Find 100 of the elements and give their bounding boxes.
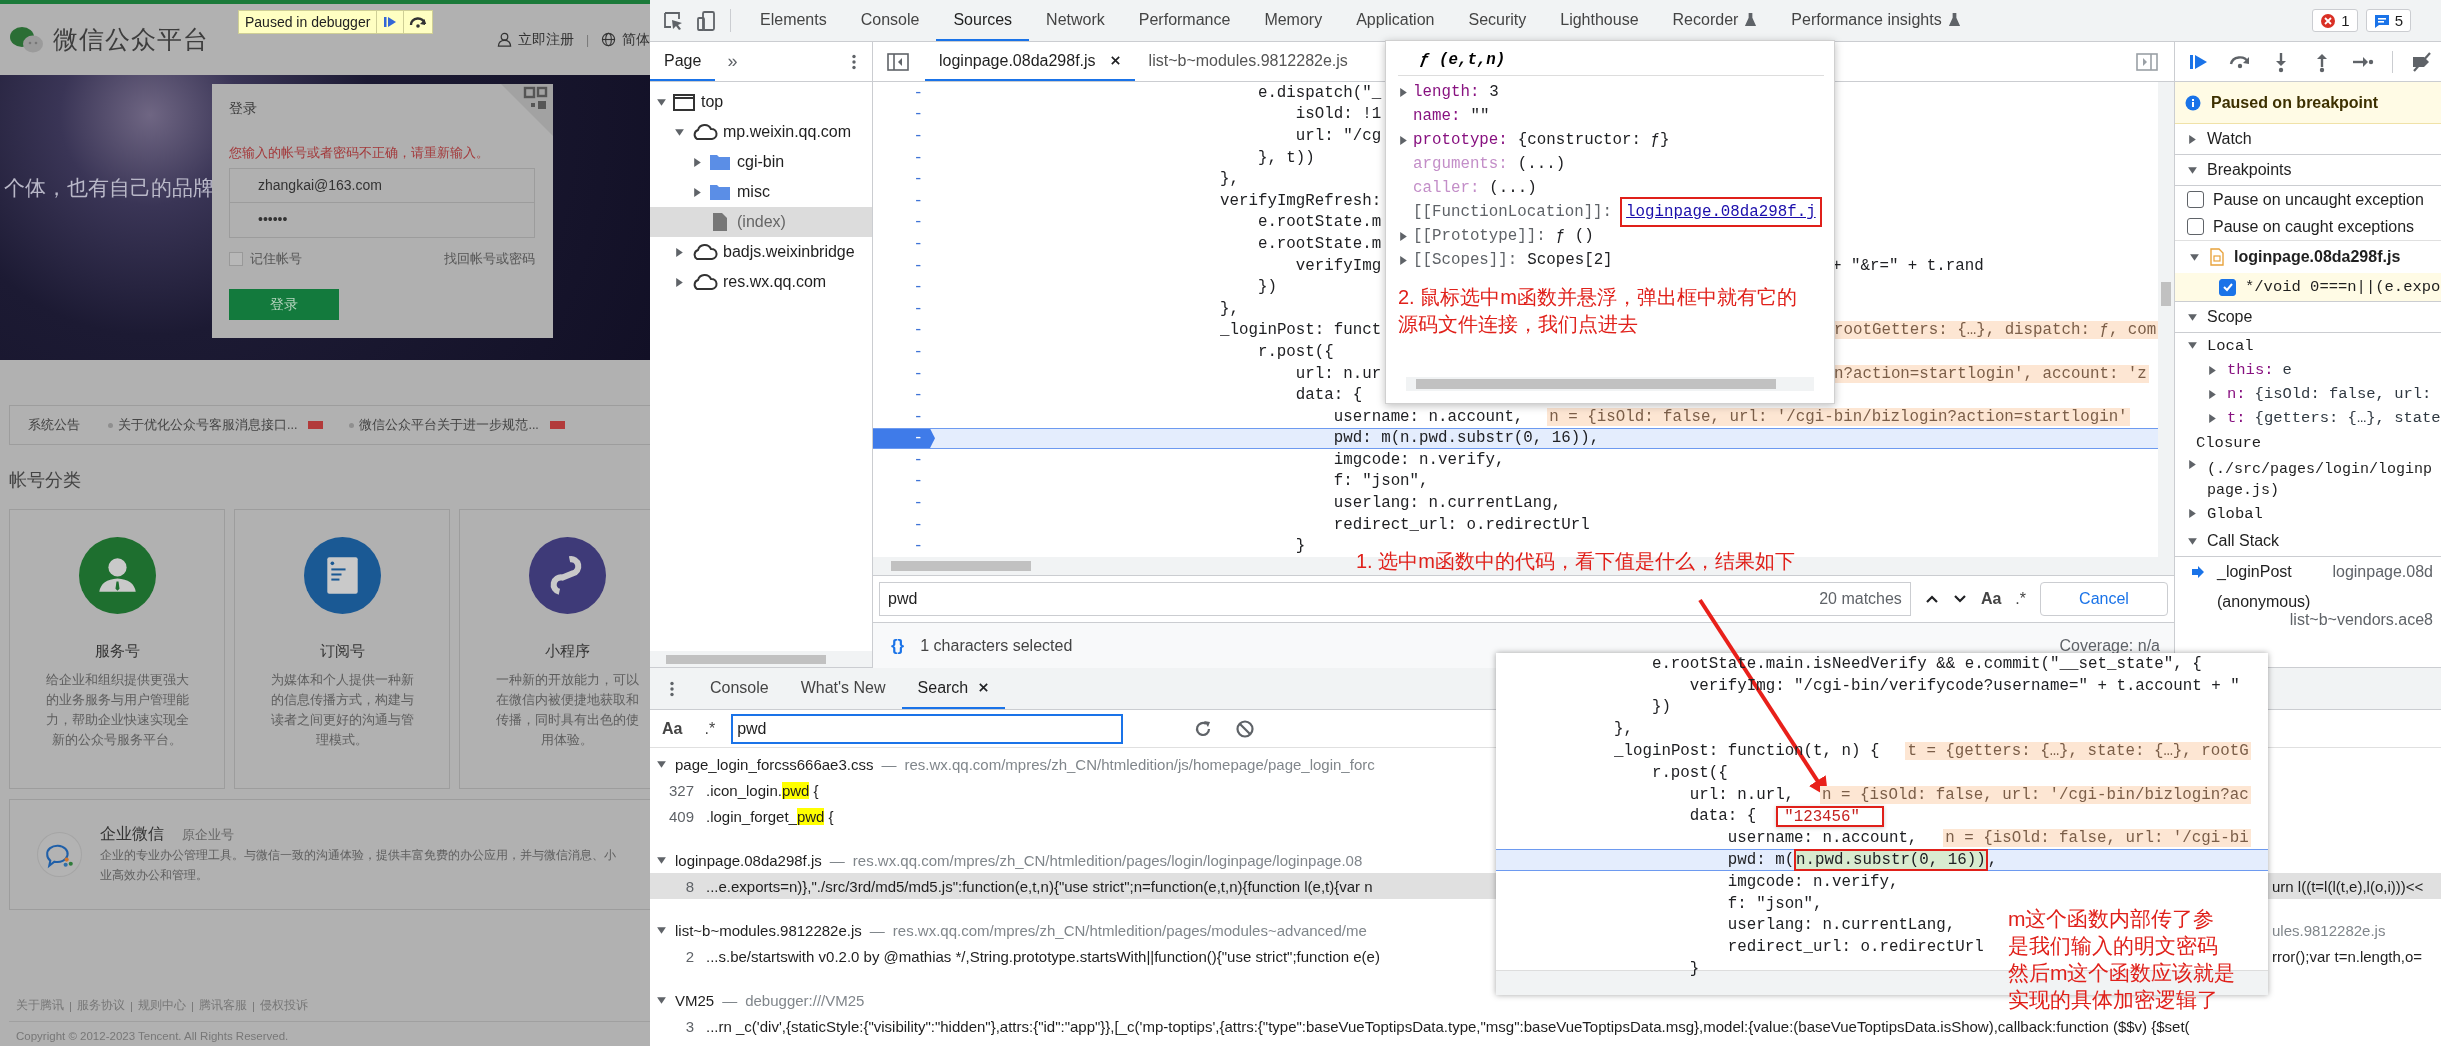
pretty-print-button[interactable]: {} bbox=[891, 635, 905, 656]
clear-icon[interactable] bbox=[1235, 718, 1256, 739]
drawer-tab[interactable]: Console bbox=[694, 668, 785, 709]
line-marker[interactable]: - bbox=[873, 104, 935, 125]
checkbox[interactable] bbox=[2187, 218, 2204, 235]
expand-arrow-icon[interactable] bbox=[656, 924, 667, 936]
inspect-icon[interactable] bbox=[662, 9, 684, 32]
line-marker[interactable]: - bbox=[873, 514, 935, 535]
file-tab[interactable]: loginpage.08da298f.js bbox=[925, 42, 1135, 81]
navigator-tab[interactable]: Page bbox=[650, 42, 716, 81]
panel-tab[interactable]: Application bbox=[1339, 0, 1452, 41]
result-file[interactable]: page_login_forcss666ae3.css bbox=[675, 755, 874, 773]
line-marker[interactable]: - bbox=[873, 363, 935, 384]
panel-tab[interactable]: Sources bbox=[936, 0, 1030, 41]
section-header[interactable]: Breakpoints bbox=[2207, 161, 2292, 179]
frame-location[interactable]: list~b~vendors.ace8 bbox=[2289, 611, 2433, 629]
search-field[interactable]: pwd bbox=[731, 713, 1124, 744]
sidebar-toggle-icon[interactable] bbox=[2136, 51, 2158, 72]
qr-code-icon[interactable] bbox=[501, 84, 553, 136]
expand-arrow-icon[interactable] bbox=[2187, 508, 2198, 519]
match-case-button[interactable]: Aa bbox=[662, 719, 683, 738]
horizontal-scrollbar[interactable] bbox=[650, 651, 872, 667]
scope-label[interactable]: Closure bbox=[2196, 433, 2262, 452]
line-marker[interactable]: - bbox=[873, 406, 935, 427]
expand-arrow-icon[interactable] bbox=[2187, 164, 2198, 176]
expand-arrow-icon[interactable] bbox=[1398, 230, 1409, 242]
expand-arrow-icon[interactable] bbox=[1398, 254, 1409, 266]
search-result-line[interactable]: rror();var t=n.length,o= bbox=[2272, 947, 2441, 965]
drawer-tab[interactable]: Search bbox=[901, 668, 1006, 709]
line-marker[interactable]: - bbox=[873, 450, 935, 470]
panel-tab[interactable]: Console bbox=[843, 0, 937, 41]
expand-arrow-icon[interactable] bbox=[656, 854, 667, 866]
checkbox[interactable] bbox=[2219, 278, 2236, 296]
breakpoint-row[interactable]: */void 0===n||(e.expo bbox=[2175, 273, 2441, 302]
line-marker[interactable]: - bbox=[873, 277, 935, 297]
expand-arrow-icon[interactable] bbox=[674, 276, 685, 288]
scope-entry[interactable]: (./src/pages/login/loginp bbox=[2207, 459, 2433, 480]
result-file[interactable]: loginpage.08da298f.js bbox=[675, 851, 822, 869]
section-header[interactable]: Watch bbox=[2207, 130, 2252, 148]
tree-item[interactable]: mp.weixin.qq.com bbox=[650, 117, 872, 147]
search-result-line[interactable]: ...s.be/startswith v0.2.0 by @mathias */,String.prototype.startsWith||function(){"use strict";function e(e) bbox=[706, 947, 1380, 965]
chevron-up-icon[interactable] bbox=[1924, 594, 1939, 604]
panel-tab[interactable]: Network bbox=[1029, 0, 1122, 41]
register-link[interactable]: 立即注册 bbox=[517, 30, 574, 49]
expand-arrow-icon[interactable] bbox=[674, 126, 685, 138]
result-file[interactable]: list~b~modules.9812282e.js bbox=[675, 921, 862, 939]
stack-frame[interactable]: (anonymous) bbox=[2217, 593, 2311, 611]
panel-tab[interactable]: Performance bbox=[1121, 0, 1248, 41]
error-count-badge[interactable]: 1 bbox=[2312, 9, 2358, 32]
result-file[interactable]: VM25 bbox=[675, 991, 715, 1009]
expand-arrow-icon[interactable] bbox=[656, 758, 667, 770]
horizontal-scrollbar[interactable] bbox=[1406, 377, 1814, 391]
line-marker[interactable]: - bbox=[873, 298, 935, 319]
line-marker[interactable]: - bbox=[873, 493, 935, 513]
regex-button[interactable]: .* bbox=[2015, 590, 2026, 608]
forgot-link[interactable]: 找回帐号或密码 bbox=[444, 250, 535, 268]
scope-label[interactable]: Global bbox=[2207, 504, 2263, 523]
line-marker[interactable]: - bbox=[873, 126, 935, 146]
line-marker[interactable]: - bbox=[873, 83, 935, 103]
enterprise-card[interactable]: 企业微信 原企业号 企业的专业办公管理工具。与微信一致的沟通体验，提供丰富免费的办公应用，并与微信消息、小 业高效办公和管理。 bbox=[9, 799, 650, 910]
expand-arrow-icon[interactable] bbox=[2187, 311, 2198, 323]
drawer-tab[interactable]: What's New bbox=[784, 668, 902, 709]
line-marker[interactable]: - bbox=[873, 169, 935, 189]
expand-arrow-icon[interactable] bbox=[2187, 133, 2198, 145]
expand-arrow-icon[interactable] bbox=[1398, 134, 1409, 146]
section-header[interactable]: Scope bbox=[2207, 308, 2253, 326]
remember-checkbox[interactable] bbox=[229, 252, 243, 266]
account-field[interactable]: zhangkai@163.com bbox=[229, 168, 535, 203]
expand-arrow-icon[interactable] bbox=[692, 156, 703, 168]
tree-item[interactable]: cgi-bin bbox=[650, 147, 872, 177]
file-tab[interactable]: list~b~modules.9812282e.js bbox=[1134, 42, 1362, 81]
account-type-card[interactable]: 服务号 给企业和组织提供更强大的业务服务与用户管理能力，帮助企业快速实现全新的公众号服务平台。 bbox=[9, 509, 225, 789]
line-marker[interactable]: - bbox=[873, 342, 935, 362]
panel-tab[interactable]: Performance insights bbox=[1774, 0, 1978, 41]
more-tabs-button[interactable]: » bbox=[715, 42, 750, 81]
notice-link[interactable]: 微信公众平台关于进一步规范... bbox=[359, 416, 539, 434]
panel-tab[interactable]: Memory bbox=[1247, 0, 1340, 41]
expand-arrow-icon[interactable] bbox=[656, 994, 667, 1006]
regex-button[interactable]: .* bbox=[704, 719, 716, 738]
line-marker[interactable]: - bbox=[873, 385, 935, 405]
expand-arrow-icon[interactable] bbox=[1398, 86, 1409, 98]
line-marker[interactable]: - bbox=[873, 190, 935, 211]
frame-location[interactable]: loginpage.08d bbox=[2332, 563, 2433, 581]
tree-item[interactable]: res.wx.qq.com bbox=[650, 267, 872, 297]
search-result-line[interactable]: ...e.exports=n)},"./src/3rd/md5/md5.js":function(e,t,n){"use strict";n=function(e,t,n){function l(e,t){var n bbox=[706, 877, 1373, 895]
cancel-button[interactable]: Cancel bbox=[2040, 582, 2168, 616]
panel-tab[interactable]: Elements bbox=[743, 0, 844, 41]
expand-arrow-icon[interactable] bbox=[2189, 251, 2200, 263]
tree-item[interactable]: badjs.weixinbridge bbox=[650, 237, 872, 267]
scope-label[interactable]: Local bbox=[2207, 336, 2254, 355]
panel-tab[interactable]: Recorder bbox=[1655, 0, 1775, 41]
line-marker[interactable]: - bbox=[873, 320, 935, 341]
search-result-line[interactable]: urn l((t=l(l(t,e),l(o,i)))<< bbox=[2272, 877, 2441, 895]
expand-arrow-icon[interactable] bbox=[2187, 535, 2198, 547]
close-icon[interactable] bbox=[1109, 55, 1121, 66]
line-marker[interactable]: - bbox=[873, 212, 935, 233]
search-result-line[interactable]: .icon_login.pwd { bbox=[706, 781, 819, 799]
password-field[interactable]: •••••• bbox=[229, 203, 535, 238]
close-icon[interactable] bbox=[978, 682, 990, 693]
expand-arrow-icon[interactable] bbox=[2207, 388, 2218, 400]
